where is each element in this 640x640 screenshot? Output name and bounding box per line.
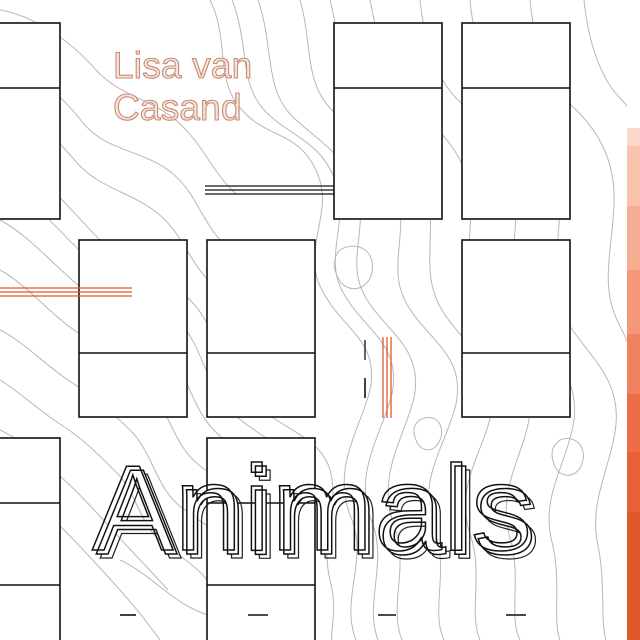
book-title: Animals <box>91 440 533 576</box>
stripe-black-horizontal <box>205 185 334 195</box>
edge-color-strip <box>627 0 640 640</box>
author-name-line-2: Casand <box>112 86 242 128</box>
author-name: Lisa van Casand <box>112 44 253 129</box>
stripe-orange-vertical <box>382 337 392 418</box>
author-name-line-1: Lisa van <box>112 44 253 86</box>
stripe-orange-horizontal <box>0 287 132 297</box>
book-cover: Lisa van Casand Animals Animals Animals … <box>0 0 640 640</box>
